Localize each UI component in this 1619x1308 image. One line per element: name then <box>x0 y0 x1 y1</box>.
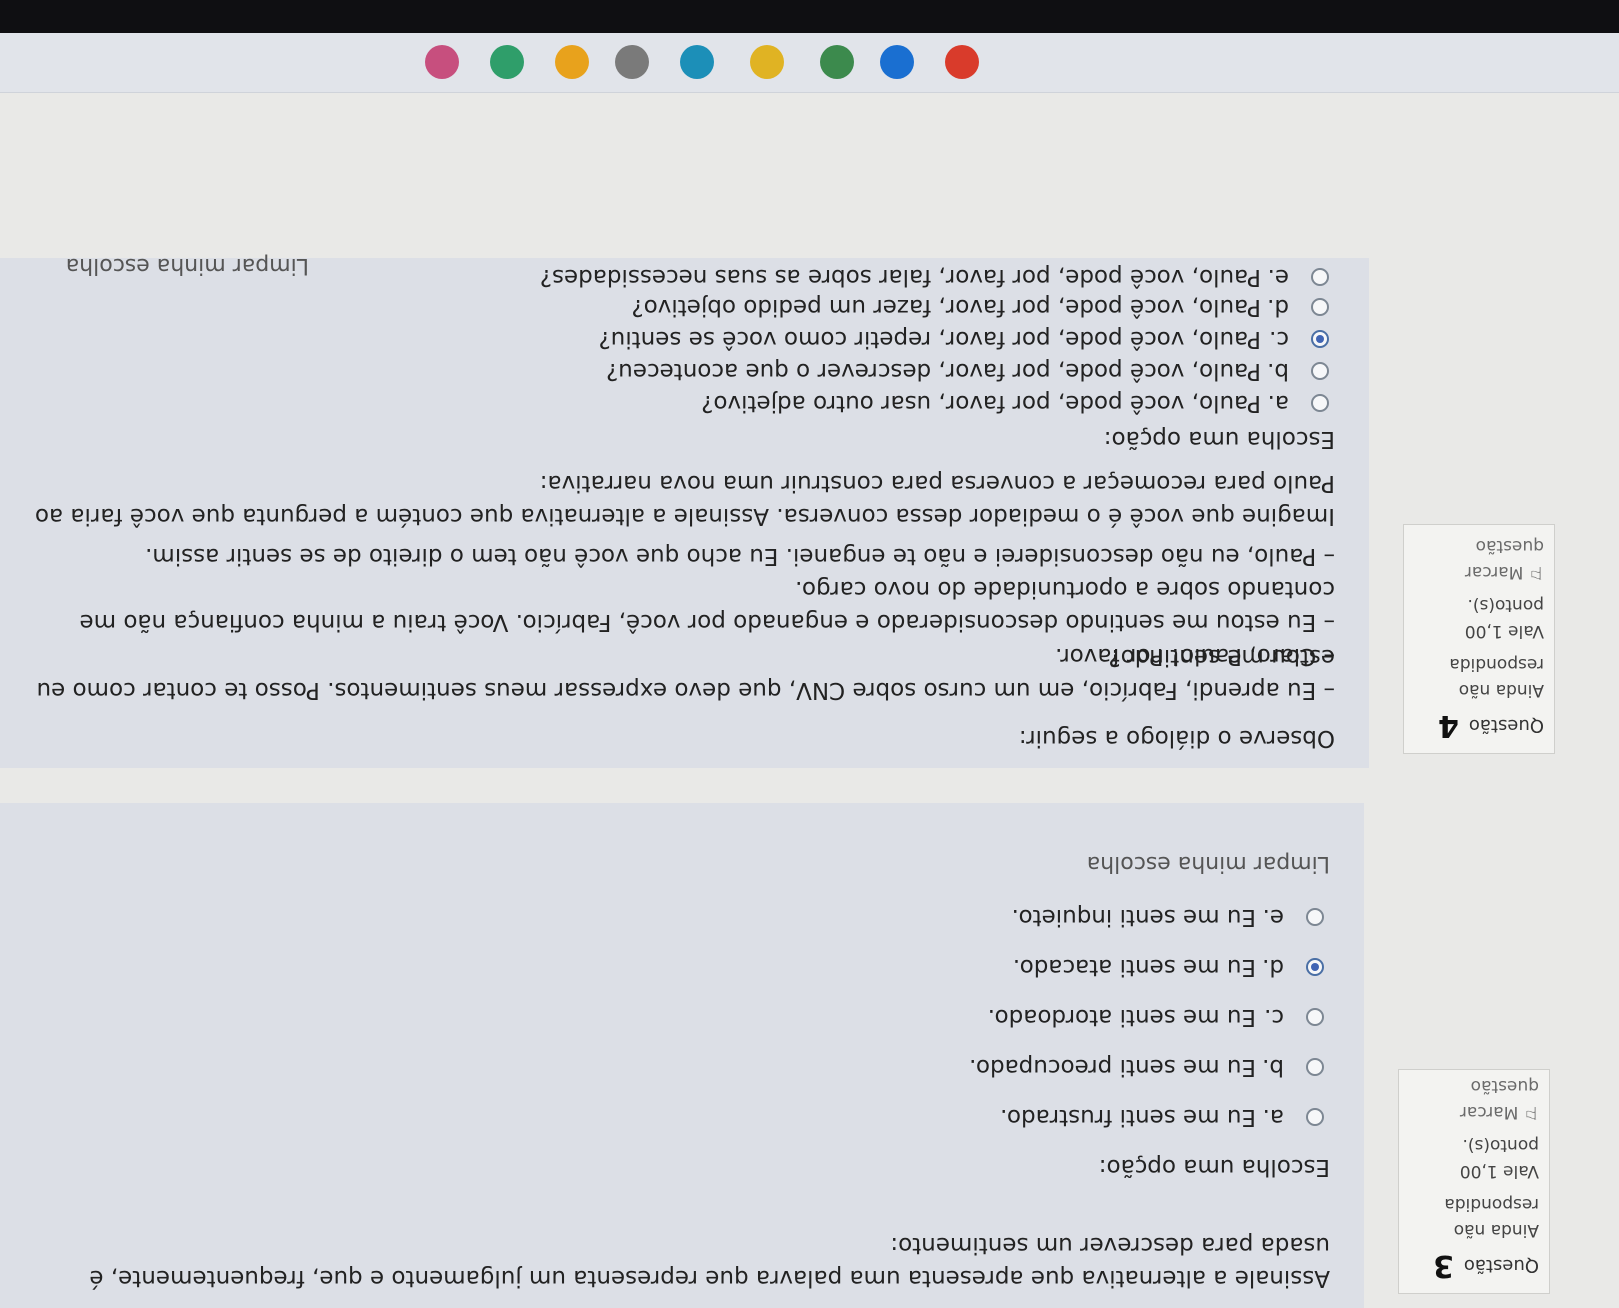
radio-b[interactable] <box>1306 1058 1324 1076</box>
option-b[interactable]: b. Paulo, você pode, por favor, descrever… <box>606 358 1329 384</box>
taskbar <box>0 32 1619 93</box>
radio-e[interactable] <box>1306 908 1324 926</box>
file-explorer-icon[interactable] <box>750 45 784 79</box>
option-d-text: Paulo, você pode, por favor, fazer um pe… <box>631 294 1261 320</box>
question-value: Vale 1,00 ponto(s). <box>1459 1135 1539 1182</box>
flag-question-button[interactable]: ⚐ Marcar questão <box>1409 1073 1539 1124</box>
question-3-info-panel: Questão 3 Ainda não respondida Vale 1,00 … <box>1398 1069 1550 1294</box>
flag-icon: ⚐ <box>1523 562 1544 582</box>
question-value: Vale 1,00 ponto(s). <box>1464 595 1544 642</box>
question-task: Imagine que você é o mediador dessa conv… <box>34 469 1335 529</box>
radio-d[interactable] <box>1311 298 1329 316</box>
question-label: Questão <box>1468 715 1544 736</box>
option-c[interactable]: c. Paulo, você pode, por favor, repetir c… <box>598 326 1329 352</box>
question-status: Ainda não respondida <box>1444 1194 1539 1241</box>
copilot-icon[interactable] <box>615 45 649 79</box>
app-icon[interactable] <box>820 45 854 79</box>
option-a[interactable]: a. Eu me senti frustrado. <box>1000 1104 1324 1130</box>
option-a[interactable]: a. Paulo, você pode, por favor, usar outr… <box>701 390 1329 416</box>
edge-alt-icon[interactable] <box>490 45 524 79</box>
option-b-text: Eu me senti preocupado. <box>969 1054 1256 1080</box>
radio-a[interactable] <box>1311 394 1329 412</box>
edge-icon[interactable] <box>680 45 714 79</box>
option-b-text: Paulo, você pode, por favor, descrever o… <box>606 358 1261 384</box>
option-e-text: Eu me senti inquieto. <box>1011 904 1256 930</box>
dialogue-line-4: – Paulo, eu não desconsiderei e não te e… <box>145 543 1335 569</box>
option-b[interactable]: b. Eu me senti preocupado. <box>969 1054 1324 1080</box>
option-d-text: Eu me senti atacado. <box>1012 954 1256 980</box>
clear-choice-link[interactable]: Limpar minha escolha <box>66 253 309 278</box>
widgets-icon[interactable] <box>425 45 459 79</box>
dialogue-intro: Observe o diálogo a seguir: <box>1018 725 1335 751</box>
radio-b[interactable] <box>1311 362 1329 380</box>
radio-c-selected[interactable] <box>1311 330 1329 348</box>
question-prompt: Assinale a alternativa que apresenta uma… <box>89 1231 1330 1291</box>
option-e-text: Paulo, você pode, por favor, falar sobre… <box>539 264 1261 290</box>
radio-c[interactable] <box>1306 1008 1324 1026</box>
question-number: 3 <box>1432 1248 1454 1283</box>
question-4-info-panel: Questão 4 Ainda não respondida Vale 1,00 … <box>1403 524 1555 754</box>
radio-d-selected[interactable] <box>1306 958 1324 976</box>
radio-e[interactable] <box>1311 268 1329 286</box>
option-c[interactable]: c. Eu me senti atordoado. <box>988 1004 1324 1030</box>
option-a-text: Eu me senti frustrado. <box>1000 1104 1256 1130</box>
dialogue-line-3: – Eu estou me sentindo desconsiderado e … <box>79 575 1335 635</box>
flag-icon: ⚐ <box>1518 1102 1539 1122</box>
screen: Questão 3 Ainda não respondida Vale 1,00 … <box>0 0 1619 1308</box>
clear-choice-link[interactable]: Limpar minha escolha <box>1087 851 1330 876</box>
screen-bezel <box>0 0 1619 33</box>
flag-question-button[interactable]: ⚐ Marcar questão <box>1414 533 1544 584</box>
dialogue-line-2: – Claro, Paulo! Por favor. <box>1055 643 1335 669</box>
option-e[interactable]: e. Eu me senti inquieto. <box>1012 904 1324 930</box>
question-number: 4 <box>1437 708 1459 743</box>
choose-label: Escolha uma opção: <box>1098 1154 1330 1180</box>
question-label: Questão <box>1463 1255 1539 1276</box>
question-3: Questão 3 Ainda não respondida Vale 1,00 … <box>0 803 1564 1308</box>
question-3-content: Assinale a alternativa que apresenta uma… <box>0 803 1364 1308</box>
outlook-icon[interactable] <box>880 45 914 79</box>
option-d[interactable]: d. Paulo, você pode, por favor, fazer um … <box>631 294 1329 320</box>
radio-a[interactable] <box>1306 1108 1324 1126</box>
choose-label: Escolha uma opção: <box>1103 426 1335 452</box>
option-a-text: Paulo, você pode, por favor, usar outro … <box>701 390 1261 416</box>
question-4: Questão 4 Ainda não respondida Vale 1,00 … <box>0 253 1569 768</box>
chrome-alt-icon[interactable] <box>555 45 589 79</box>
option-c-text: Paulo, você pode, por favor, repetir com… <box>598 326 1262 352</box>
option-c-text: Eu me senti atordoado. <box>987 1004 1256 1030</box>
chrome-icon[interactable] <box>945 45 979 79</box>
question-status: Ainda não respondida <box>1449 654 1544 701</box>
option-e[interactable]: e. Paulo, você pode, por favor, falar sob… <box>540 264 1329 290</box>
question-4-content: Observe o diálogo a seguir: – Eu aprendi… <box>0 253 1369 768</box>
option-d[interactable]: d. Eu me senti atacado. <box>1013 954 1324 980</box>
